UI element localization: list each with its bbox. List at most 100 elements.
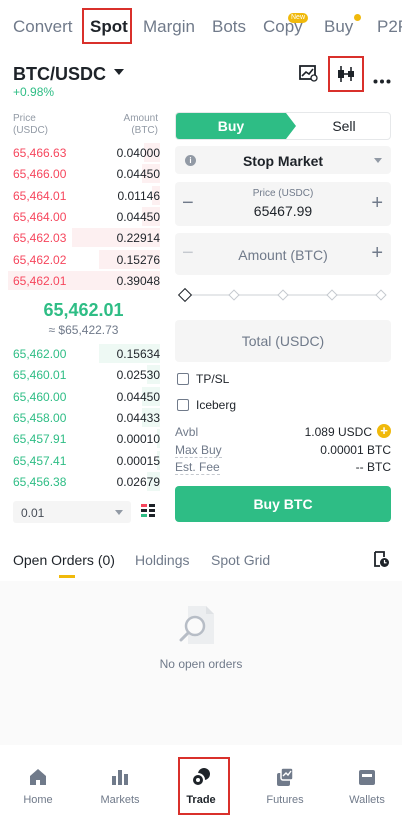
total-field[interactable]: Total (USDC)	[175, 320, 391, 362]
last-price[interactable]: 65,462.01	[0, 300, 167, 321]
ask-row[interactable]: 65,462.01 0.39048	[0, 270, 160, 291]
precision-select[interactable]: 0.01	[13, 501, 131, 523]
amount-increase-button[interactable]: +	[371, 243, 383, 263]
max-buy-row: Max Buy 0.00001 BTC	[175, 443, 391, 459]
empty-state-text: No open orders	[159, 657, 243, 671]
price-change: +0.98%	[13, 85, 55, 99]
candlestick-icon[interactable]	[336, 64, 356, 84]
ask-price: 65,462.02	[13, 252, 67, 267]
nav-markets-label: Markets	[100, 794, 140, 806]
available-label: Avbl	[175, 425, 199, 439]
bid-row[interactable]: 65,462.00 0.15634	[0, 343, 160, 364]
tab-p2p[interactable]: P2P	[377, 17, 402, 37]
ask-amount: 0.15276	[116, 252, 160, 267]
amount-field[interactable]: − Amount (BTC) +	[175, 233, 391, 275]
add-funds-icon[interactable]: +	[377, 424, 391, 438]
buy-tab[interactable]: Buy	[176, 113, 286, 139]
order-type-value: Stop Market	[242, 153, 324, 169]
ask-row[interactable]: 65,466.63 0.04000	[0, 142, 160, 163]
slider-node-100[interactable]	[375, 289, 387, 301]
nav-futures[interactable]: Futures	[245, 757, 325, 813]
available-row: Avbl 1.089 USDC +	[175, 424, 391, 441]
price-increase-button[interactable]: +	[371, 193, 383, 213]
ask-price: 65,462.03	[13, 231, 67, 246]
max-buy-label[interactable]: Max Buy	[175, 443, 222, 458]
top-tabs: Convert Spot Margin Bots Copy New Buy P2…	[0, 0, 402, 54]
est-fee-label[interactable]: Est. Fee	[175, 460, 220, 475]
ask-amount: 0.22914	[116, 231, 160, 246]
ask-price: 65,462.01	[13, 273, 67, 288]
tpsl-checkbox[interactable]	[177, 373, 189, 385]
nav-home-label: Home	[23, 794, 53, 806]
slider-node-75[interactable]	[326, 289, 338, 301]
chevron-down-icon	[374, 158, 382, 163]
markets-icon	[109, 766, 131, 788]
amount-slider[interactable]	[177, 287, 387, 303]
chevron-down-icon	[115, 510, 123, 515]
slider-node-50[interactable]	[277, 289, 289, 301]
tab-bots[interactable]: Bots	[212, 17, 246, 37]
price-input[interactable]: 65467.99	[175, 203, 391, 219]
more-icon[interactable]	[373, 71, 391, 84]
tab-convert[interactable]: Convert	[13, 17, 73, 37]
ask-row[interactable]: 65,464.01 0.01146	[0, 185, 160, 206]
iceberg-checkbox[interactable]	[177, 399, 189, 411]
chart-icon[interactable]	[299, 65, 318, 82]
est-fee-row: Est. Fee -- BTC	[175, 460, 391, 476]
bid-amount: 0.00015	[116, 453, 160, 468]
nav-home[interactable]: Home	[0, 757, 78, 813]
bid-row[interactable]: 65,458.00 0.04433	[0, 407, 160, 428]
bid-amount: 0.02679	[116, 474, 160, 489]
spot-tab-highlight	[82, 8, 132, 44]
est-fee-value: -- BTC	[355, 460, 391, 474]
slider-node-0[interactable]	[177, 287, 193, 303]
pair-dropdown-icon[interactable]	[114, 69, 124, 75]
total-input[interactable]: Total (USDC)	[175, 333, 391, 349]
buy-tab-arrow	[286, 113, 296, 139]
nav-markets[interactable]: Markets	[80, 757, 160, 813]
ask-amount: 0.01146	[117, 188, 161, 203]
price-field-label: Price (USDC)	[252, 188, 314, 199]
amount-input[interactable]: Amount (BTC)	[175, 247, 391, 263]
orderbook-layout-icon[interactable]	[141, 504, 155, 518]
active-tab-indicator	[59, 575, 75, 578]
ask-row[interactable]: 65,462.02 0.15276	[0, 249, 160, 270]
tab-open-orders[interactable]: Open Orders (0)	[13, 552, 115, 568]
bid-row[interactable]: 65,456.38 0.02679	[0, 471, 160, 492]
tpsl-label[interactable]: TP/SL	[196, 372, 229, 386]
bottom-nav: Home Markets Trade Futures Wallets	[0, 757, 402, 821]
ask-row[interactable]: 65,466.00 0.04450	[0, 163, 160, 184]
bid-amount: 0.15634	[116, 347, 160, 361]
bid-amount: 0.00010	[116, 432, 160, 447]
price-field[interactable]: − Price (USDC) 65467.99 +	[175, 182, 391, 226]
bid-row[interactable]: 65,460.00 0.04450	[0, 386, 160, 407]
sell-tab[interactable]: Sell	[296, 113, 390, 139]
futures-icon	[274, 766, 296, 788]
bid-price: 65,458.00	[13, 410, 67, 425]
buy-btc-button[interactable]: Buy BTC	[175, 486, 391, 522]
pair-title[interactable]: BTC/USDC	[13, 64, 106, 85]
bid-amount: 0.02530	[116, 368, 160, 383]
nav-wallets[interactable]: Wallets	[327, 757, 402, 813]
bid-row[interactable]: 65,457.41 0.00015	[0, 450, 160, 471]
tab-spot-grid[interactable]: Spot Grid	[211, 552, 270, 568]
order-type-select[interactable]: i Stop Market	[175, 146, 391, 174]
tab-margin[interactable]: Margin	[143, 17, 195, 37]
iceberg-label[interactable]: Iceberg	[196, 398, 236, 412]
bid-price: 65,460.00	[13, 389, 67, 404]
ask-price: 65,466.63	[13, 146, 67, 160]
order-history-icon[interactable]	[373, 551, 390, 568]
tab-holdings[interactable]: Holdings	[135, 552, 189, 568]
bid-price: 65,457.91	[13, 432, 67, 447]
bid-row[interactable]: 65,460.01 0.02530	[0, 364, 160, 385]
ask-row[interactable]: 65,462.03 0.22914	[0, 227, 160, 248]
tab-buy[interactable]: Buy	[324, 17, 353, 37]
bid-price: 65,457.41	[13, 453, 67, 468]
max-buy-value: 0.00001 BTC	[320, 443, 391, 457]
slider-node-25[interactable]	[228, 289, 240, 301]
bid-price: 65,456.38	[13, 474, 67, 489]
nav-futures-label: Futures	[266, 794, 304, 806]
ask-row[interactable]: 65,464.00 0.04450	[0, 206, 160, 227]
last-price-fiat: ≈ $65,422.73	[48, 323, 119, 337]
bid-row[interactable]: 65,457.91 0.00010	[0, 428, 160, 449]
